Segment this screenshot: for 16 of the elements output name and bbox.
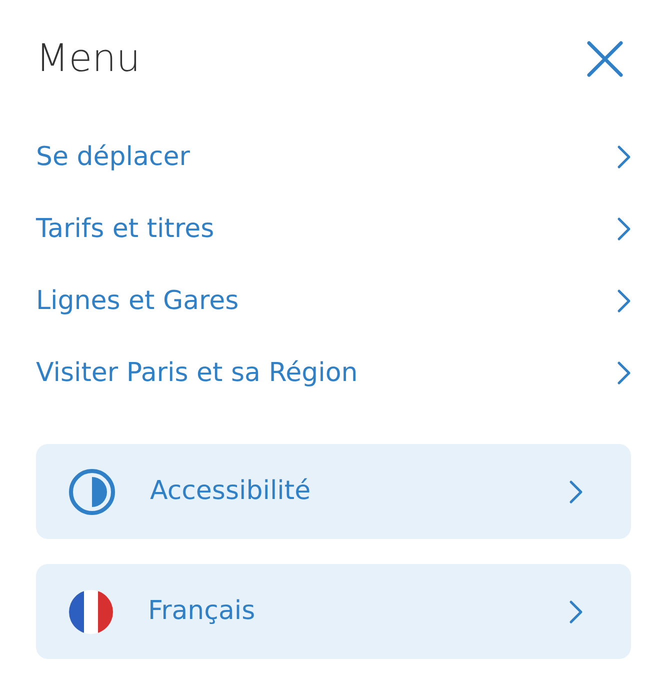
close-icon[interactable] xyxy=(587,40,623,76)
contrast-icon xyxy=(68,468,116,516)
menu-item[interactable]: Se déplacer xyxy=(36,121,631,193)
chevron-right-icon xyxy=(617,217,631,241)
menu-title: Menu xyxy=(36,35,140,82)
chevron-right-icon xyxy=(617,289,631,313)
chevron-right-icon xyxy=(617,361,631,385)
option-card[interactable]: Accessibilité xyxy=(36,444,631,539)
menu-item[interactable]: Lignes et Gares xyxy=(36,265,631,337)
chevron-right-icon xyxy=(569,600,583,624)
option-card[interactable]: Français xyxy=(36,564,631,659)
menu-item[interactable]: Visiter Paris et sa Région xyxy=(36,337,631,409)
flag-icon xyxy=(68,588,114,634)
chevron-right-icon xyxy=(617,145,631,169)
menu-item[interactable]: Tarifs et titres xyxy=(36,193,631,265)
chevron-right-icon xyxy=(569,480,583,504)
